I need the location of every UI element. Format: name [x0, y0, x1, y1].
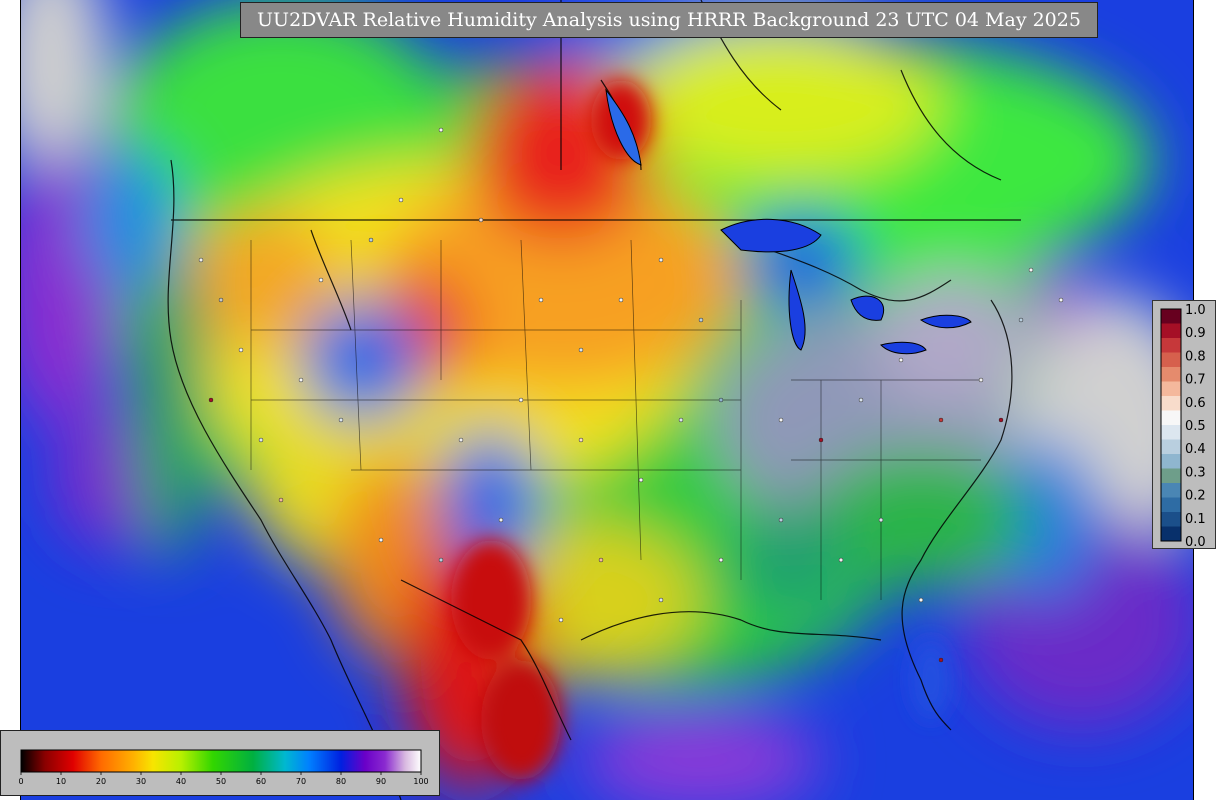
rh-analysis-map — [20, 0, 1194, 800]
observation-colorbar-tick-label: 0.4 — [1185, 442, 1206, 457]
observation-colorbar-segment — [1161, 483, 1181, 498]
observation-colorbar-segment — [1161, 323, 1181, 339]
observation-colorbar-segment — [1161, 352, 1181, 368]
observation-colorbar-segment — [1161, 454, 1181, 469]
observation-colorbar-tick-label: 0.0 — [1185, 535, 1206, 550]
observation-colorbar-tick-label: 0.5 — [1185, 419, 1206, 434]
observation-colorbar-segment — [1161, 381, 1181, 397]
observation-colorbar-tick-label: 0.3 — [1185, 465, 1206, 480]
observation-colorbar-tick-label: 0.9 — [1185, 326, 1206, 341]
observation-colorbar-segment — [1161, 309, 1181, 324]
observation-colorbar-segment — [1161, 425, 1181, 440]
rh-colorbar-tick-label: 20 — [96, 777, 106, 786]
rh-colorbar-tick-label: 50 — [216, 777, 226, 786]
rh-colorbar-tick-label: 40 — [176, 777, 186, 786]
rh-colorbar-tick-label: 0 — [18, 777, 23, 786]
observation-colorbar-graphic: 1.0 0.9 0.8 0.7 0.6 0.5 0.4 0.3 0.2 0.1 0.0 — [1160, 303, 1206, 550]
observation-colorbar-segment — [1161, 367, 1181, 382]
rh-colorbar-tick-label: 10 — [56, 777, 66, 786]
observation-colorbar: 1.0 0.9 0.8 0.7 0.6 0.5 0.4 0.3 0.2 0.1 0.0 — [1152, 300, 1216, 550]
observation-colorbar-segment — [1161, 526, 1181, 542]
rh-colorbar-tick-label: 80 — [336, 777, 346, 786]
observation-colorbar-tick-label: 0.2 — [1185, 489, 1206, 504]
observation-colorbar-segment — [1161, 439, 1181, 455]
relative-humidity-colorbar-graphic: 0 10 20 30 40 50 60 70 80 90 100 — [18, 749, 429, 786]
rh-field — [21, 0, 1193, 800]
observation-colorbar-segment — [1161, 410, 1181, 426]
observation-colorbar-segment — [1161, 497, 1181, 513]
observation-colorbar-tick-label: 1.0 — [1185, 303, 1206, 318]
rh-colorbar-tick-label: 90 — [376, 777, 386, 786]
rh-colorbar-tick-label: 60 — [256, 777, 266, 786]
observation-colorbar-tick-label: 0.6 — [1185, 396, 1206, 411]
rh-colorbar-tick-label: 70 — [296, 777, 306, 786]
observation-colorbar-segment — [1161, 338, 1181, 353]
relative-humidity-colorbar: 0 10 20 30 40 50 60 70 80 90 100 — [0, 730, 440, 796]
map-title: UU2DVAR Relative Humidity Analysis using… — [240, 2, 1098, 38]
observation-colorbar-tick-label: 0.8 — [1185, 349, 1206, 364]
observation-colorbar-tick-label: 0.1 — [1185, 512, 1206, 527]
rh-colorbar-tick-label: 100 — [413, 777, 428, 786]
observation-colorbar-segment — [1161, 512, 1181, 527]
observation-colorbar-segment — [1161, 396, 1181, 411]
observation-colorbar-tick-label: 0.7 — [1185, 373, 1206, 388]
observation-colorbar-segment — [1161, 468, 1181, 484]
rh-colorbar-tick-label: 30 — [136, 777, 146, 786]
